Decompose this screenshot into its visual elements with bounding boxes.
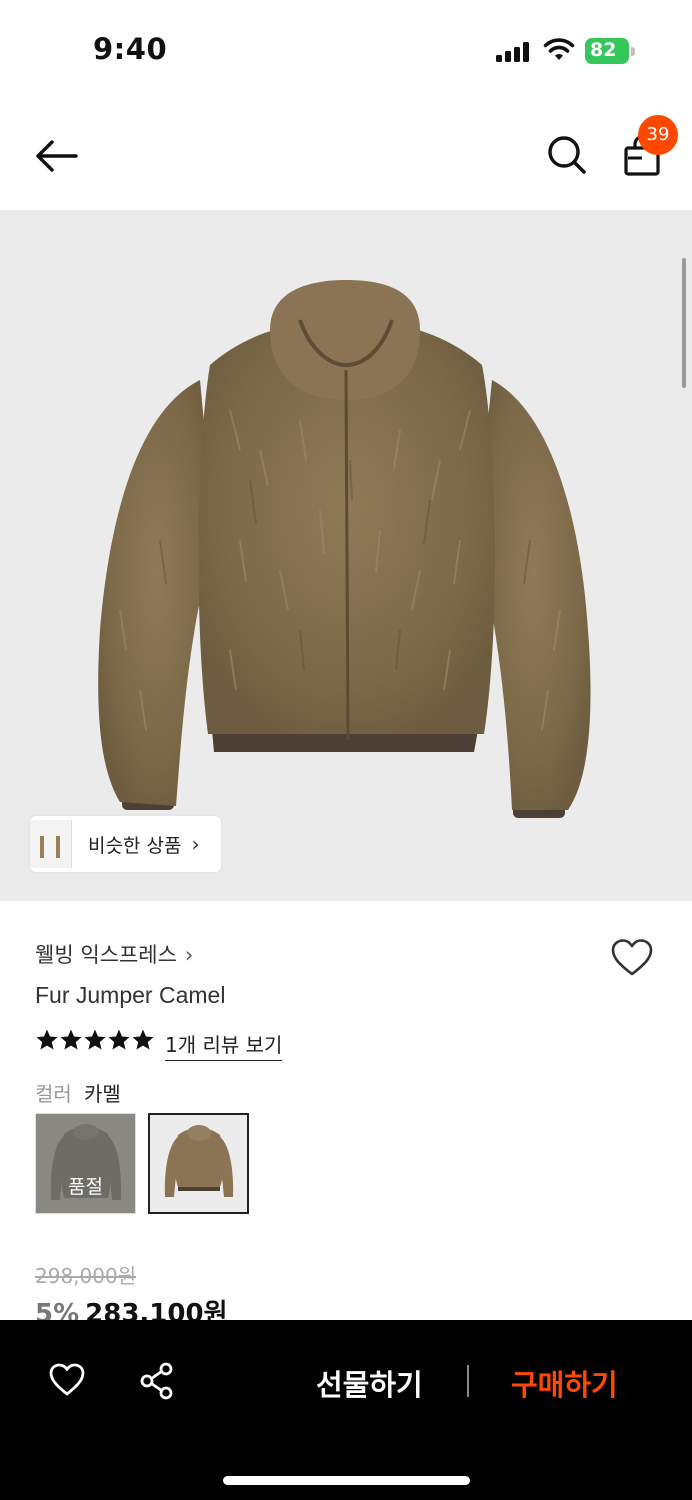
- swatch-image: [164, 1125, 234, 1197]
- color-label: 컬러: [35, 1082, 72, 1106]
- star-icon: [108, 1029, 130, 1050]
- home-indicator[interactable]: [223, 1476, 470, 1485]
- product-image: [98, 280, 591, 818]
- share-icon[interactable]: [139, 1362, 175, 1400]
- heart-icon[interactable]: [48, 1362, 86, 1398]
- gift-button[interactable]: 선물하기: [316, 1362, 423, 1404]
- chevron-right-icon: ›: [191, 832, 200, 856]
- brand-link[interactable]: 웰빙 익스프레스 ›: [35, 939, 193, 969]
- cart-count-badge: 39: [638, 115, 678, 155]
- original-price: 298,000원: [35, 1264, 137, 1288]
- wishlist-heart-icon[interactable]: [610, 938, 654, 978]
- similar-products-button[interactable]: 비슷한 상품 ›: [30, 816, 222, 872]
- rating-stars: [35, 1028, 155, 1052]
- top-header: [0, 100, 692, 210]
- sold-out-label: 품절: [68, 1176, 103, 1198]
- divider: [467, 1365, 469, 1397]
- brand-name: 웰빙 익스프레스: [35, 943, 177, 967]
- buy-button[interactable]: 구매하기: [511, 1362, 618, 1404]
- similar-products-label: 비슷한 상품: [88, 834, 182, 857]
- color-swatch-camel[interactable]: [148, 1113, 249, 1214]
- cellular-signal-icon: [496, 42, 529, 62]
- status-bar: 9:40 82: [0, 0, 692, 100]
- star-icon: [60, 1029, 82, 1050]
- chevron-right-icon: ›: [184, 943, 194, 967]
- arrow-left-icon[interactable]: [32, 136, 80, 176]
- battery-icon: 82: [585, 38, 635, 64]
- similar-products-thumbnails: [30, 816, 86, 872]
- battery-level: 82: [590, 39, 617, 61]
- star-icon: [132, 1029, 154, 1050]
- star-icon: [36, 1029, 58, 1050]
- color-value: 카멜: [84, 1082, 121, 1106]
- bottom-action-bar: 선물하기 구매하기: [0, 1320, 692, 1500]
- search-icon[interactable]: [546, 134, 588, 176]
- reviews-link[interactable]: 1개 리뷰 보기: [165, 1029, 283, 1061]
- star-icon: [84, 1029, 106, 1050]
- status-time: 9:40: [93, 32, 168, 66]
- product-image-carousel[interactable]: 비슷한 상품 ›: [0, 210, 692, 901]
- image-scroll-indicator: [682, 258, 686, 388]
- wifi-icon: [543, 38, 575, 60]
- product-name: Fur Jumper Camel: [35, 982, 226, 1008]
- color-swatch-gray[interactable]: 품절: [35, 1113, 136, 1214]
